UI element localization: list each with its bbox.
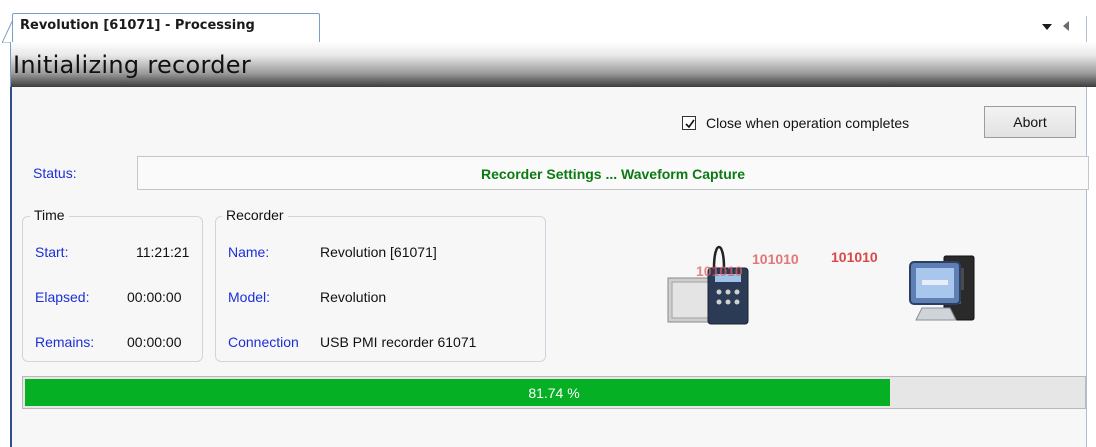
remains-label: Remains: <box>35 334 95 350</box>
name-value: Revolution [61071] <box>320 244 437 260</box>
processing-window: Revolution [61071] - Processing Initiali… <box>0 0 1096 447</box>
abort-button[interactable]: Abort <box>984 106 1076 138</box>
tab-strip: Revolution [61071] - Processing <box>0 0 1096 43</box>
computer-icon <box>909 255 975 321</box>
checkmark-icon <box>685 119 695 129</box>
close-when-complete-label[interactable]: Close when operation completes <box>706 115 909 131</box>
bits-text-2: 101010 <box>752 251 799 267</box>
elapsed-label: Elapsed: <box>35 289 90 305</box>
status-label: Status: <box>33 165 77 181</box>
connection-value: USB PMI recorder 61071 <box>320 334 477 350</box>
bits-text-3: 101010 <box>831 249 878 265</box>
name-label: Name: <box>228 244 270 260</box>
elapsed-value: 00:00:00 <box>127 289 182 305</box>
connection-label: Connection <box>228 334 299 350</box>
time-group-title: Time <box>30 207 69 223</box>
status-box: Recorder Settings ... Waveform Capture <box>137 156 1089 190</box>
recorder-group-title: Recorder <box>222 207 288 223</box>
transfer-illustration: 101010 101010 101010 <box>667 246 975 325</box>
model-value: Revolution <box>320 289 387 305</box>
recorder-device-icon <box>667 246 749 325</box>
tab-title: Revolution [61071] - Processing <box>20 18 255 33</box>
model-label: Model: <box>228 289 271 305</box>
remains-value: 00:00:00 <box>127 334 182 350</box>
page-title: Initializing recorder <box>13 51 252 79</box>
header-banner: Initializing recorder <box>10 42 1096 87</box>
bits-text-1: 101010 <box>696 263 743 279</box>
start-label: Start: <box>35 244 69 260</box>
start-value: 11:21:21 <box>136 244 190 260</box>
progress-label: 81.74 % <box>528 385 580 401</box>
close-when-complete-checkbox[interactable] <box>682 116 696 130</box>
tab-scroll-left-icon[interactable] <box>1061 20 1071 32</box>
tab-list-dropdown-icon[interactable] <box>1040 20 1054 32</box>
status-text: Recorder Settings ... Waveform Capture <box>481 166 745 182</box>
progress-bar: 81.74 % <box>22 376 1086 409</box>
